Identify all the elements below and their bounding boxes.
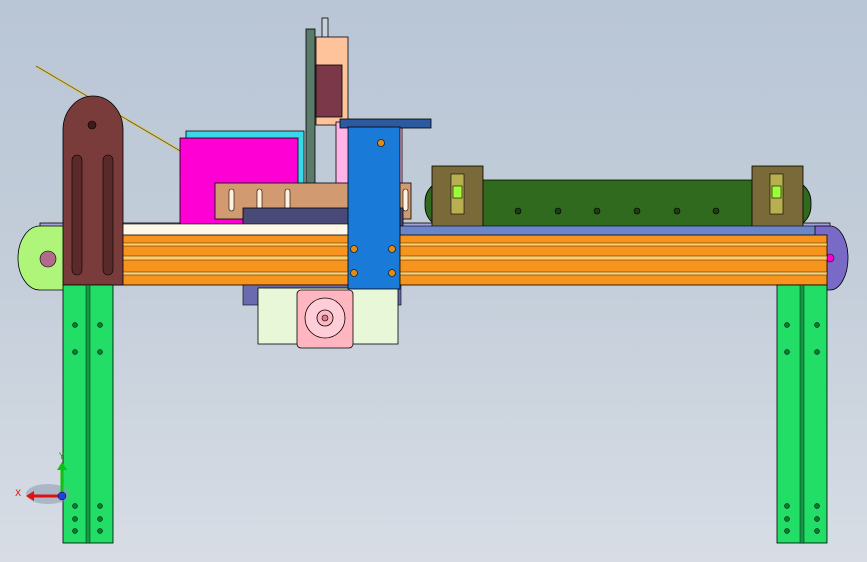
plate-slot (402, 188, 409, 212)
rail-stripe-2 (64, 255, 828, 261)
blue-carriage (347, 126, 401, 290)
carriage-bolt (388, 269, 396, 277)
belt-housing-hole (593, 207, 601, 215)
leg-mount-hole (72, 503, 78, 509)
leg-mount-hole (72, 349, 78, 355)
leg-mount-hole (814, 322, 820, 328)
belt-housing-hole (633, 207, 641, 215)
belt-housing-hole (673, 207, 681, 215)
plate-slot (228, 188, 235, 212)
z-axis-dot-icon (57, 491, 67, 501)
y-axis-label: Y (58, 452, 65, 462)
carriage-bolt (377, 139, 385, 147)
leg-mount-hole (784, 516, 790, 522)
rail-top-cover (399, 225, 829, 237)
x-axis-label: X (15, 489, 21, 499)
rail-stripe-3 (64, 271, 828, 276)
gantry-model[interactable]: X Y (0, 0, 867, 562)
belt-housing-hole (554, 207, 562, 215)
end-cap-left-hole (39, 250, 57, 268)
leg-mount-hole (784, 503, 790, 509)
leg-mount-hole (814, 503, 820, 509)
carriage-bolt (350, 269, 358, 277)
right-leg-groove (799, 284, 805, 544)
leg-mount-hole (72, 322, 78, 328)
sensor-led-left (452, 185, 463, 199)
bracket-slot-1 (71, 154, 83, 276)
carriage-bolt (388, 245, 396, 253)
leg-mount-hole (784, 528, 790, 534)
coordinate-triad: X Y (15, 452, 70, 504)
bracket-pivot (87, 120, 97, 130)
leg-mount-hole (72, 528, 78, 534)
leg-mount-hole (72, 516, 78, 522)
leg-mount-hole (814, 528, 820, 534)
sensor-led-right (771, 185, 782, 199)
leg-mount-hole (97, 503, 103, 509)
rail-stripe-1 (64, 242, 828, 247)
cylinder-piston-rod (321, 17, 329, 39)
leg-mount-hole (814, 516, 820, 522)
leg-mount-hole (97, 516, 103, 522)
leg-mount-hole (97, 528, 103, 534)
cad-viewport[interactable]: X Y (0, 0, 867, 562)
leg-mount-hole (784, 349, 790, 355)
carriage-bolt (350, 245, 358, 253)
leg-mount-hole (97, 322, 103, 328)
belt-housing-hole (712, 207, 720, 215)
bracket-slot-2 (102, 154, 114, 276)
leg-mount-hole (784, 322, 790, 328)
leg-mount-hole (97, 349, 103, 355)
cylinder-body (315, 64, 343, 118)
left-leg-groove (85, 284, 91, 544)
belt-housing-hole (514, 207, 522, 215)
leg-mount-hole (814, 349, 820, 355)
